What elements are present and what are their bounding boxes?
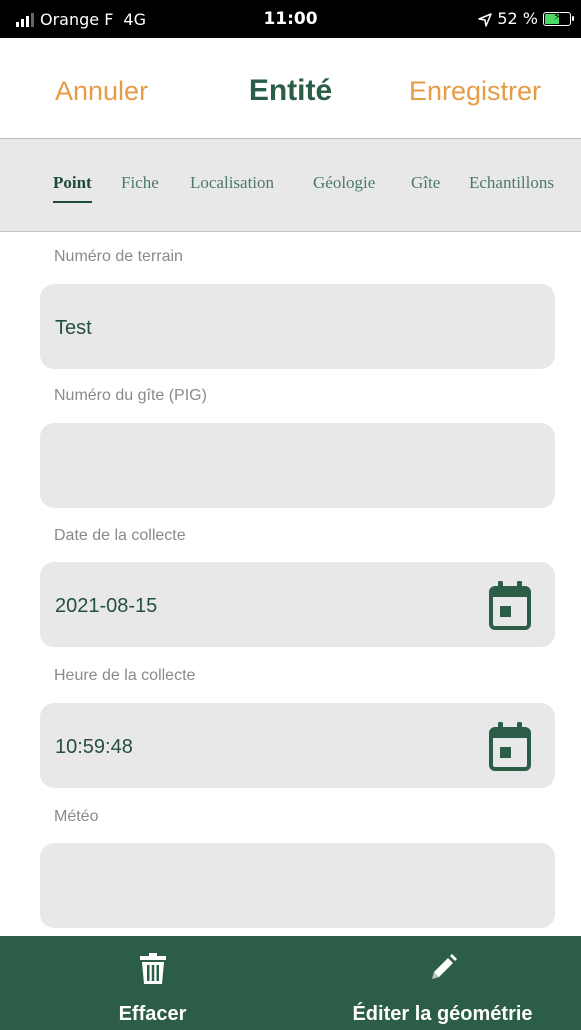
tab-point[interactable]: Point [53, 173, 92, 203]
trash-icon [138, 953, 168, 990]
nav-header: Annuler Entité Enregistrer [0, 38, 581, 139]
charging-bolt-icon: ⚡ [553, 9, 561, 23]
cancel-button[interactable]: Annuler [55, 76, 148, 107]
meteo-field[interactable] [40, 843, 555, 928]
numero-gite-field[interactable] [40, 423, 555, 508]
numero-gite-label: Numéro du gîte (PIG) [54, 387, 207, 404]
meteo-label: Météo [54, 808, 99, 825]
bottom-action-bar: Effacer Éditer la géométrie [0, 936, 581, 1030]
numero-terrain-field[interactable]: Test [40, 284, 555, 369]
tab-geologie[interactable]: Géologie [313, 173, 375, 197]
edit-geometry-button[interactable]: Éditer la géométrie [330, 936, 555, 1030]
date-collecte-field[interactable]: 2021-08-15 [40, 562, 555, 647]
tab-gite[interactable]: Gîte [411, 173, 440, 197]
heure-collecte-field[interactable]: 10:59:48 [40, 703, 555, 788]
status-bar: Orange F 4G 11:00 52 % ⚡ [0, 0, 581, 38]
edit-geometry-label: Éditer la géométrie [352, 1003, 533, 1025]
heure-collecte-label: Heure de la collecte [54, 667, 196, 684]
location-arrow-icon [478, 12, 493, 27]
tab-localisation[interactable]: Localisation [190, 173, 274, 197]
battery-icon: ⚡ [543, 9, 574, 26]
save-button[interactable]: Enregistrer [409, 76, 541, 107]
numero-terrain-value: Test [55, 317, 92, 339]
tab-bar: Point Fiche Localisation Géologie Gîte E… [0, 139, 581, 232]
tab-echantillons[interactable]: Echantillons [469, 173, 554, 197]
date-collecte-label: Date de la collecte [54, 527, 186, 544]
pencil-icon [428, 953, 458, 988]
numero-terrain-label: Numéro de terrain [54, 248, 183, 265]
delete-button[interactable]: Effacer [70, 936, 235, 1030]
date-collecte-value: 2021-08-15 [55, 595, 158, 617]
delete-label: Effacer [118, 1003, 187, 1025]
battery-percent: 52 % [497, 9, 538, 28]
heure-collecte-value: 10:59:48 [55, 736, 133, 758]
calendar-icon[interactable] [489, 578, 531, 632]
calendar-icon[interactable] [489, 719, 531, 773]
tab-fiche[interactable]: Fiche [121, 173, 159, 197]
